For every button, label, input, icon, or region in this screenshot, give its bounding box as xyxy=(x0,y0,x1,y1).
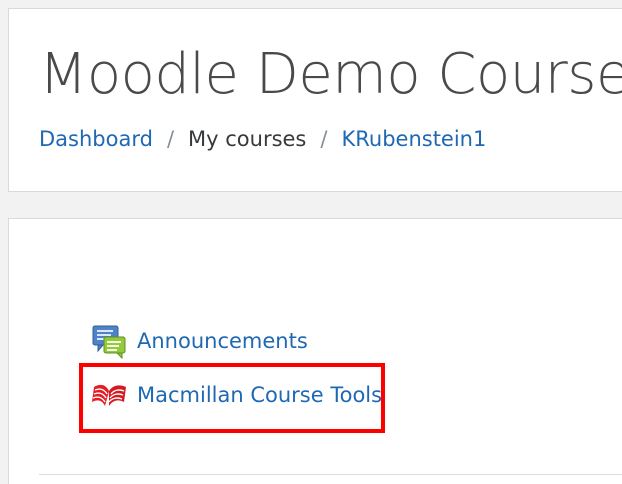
course-title: Moodle Demo Course xyxy=(39,42,622,107)
breadcrumb-dashboard-link[interactable]: Dashboard xyxy=(39,127,153,151)
page: Moodle Demo Course Dashboard / My course… xyxy=(0,0,622,484)
breadcrumb: Dashboard / My courses / KRubenstein1 xyxy=(39,127,486,151)
activity-macmillan-course-tools[interactable]: Macmillan Course Tools xyxy=(91,377,382,413)
announcements-link[interactable]: Announcements xyxy=(137,330,308,352)
activity-announcements[interactable]: Announcements xyxy=(91,323,308,359)
macmillan-book-logo-icon xyxy=(92,384,126,406)
breadcrumb-separator: / xyxy=(320,127,328,151)
course-header-card: Moodle Demo Course Dashboard / My course… xyxy=(8,8,622,192)
breadcrumb-my-courses: My courses xyxy=(188,127,307,151)
section-divider xyxy=(39,474,622,475)
macmillan-course-tools-link[interactable]: Macmillan Course Tools xyxy=(137,384,382,406)
forum-chat-bubbles-icon xyxy=(92,325,126,359)
course-content-card: Announcements Macmillan Course Tools xyxy=(8,218,622,484)
breadcrumb-course-link[interactable]: KRubenstein1 xyxy=(341,127,486,151)
breadcrumb-separator: / xyxy=(166,127,175,151)
